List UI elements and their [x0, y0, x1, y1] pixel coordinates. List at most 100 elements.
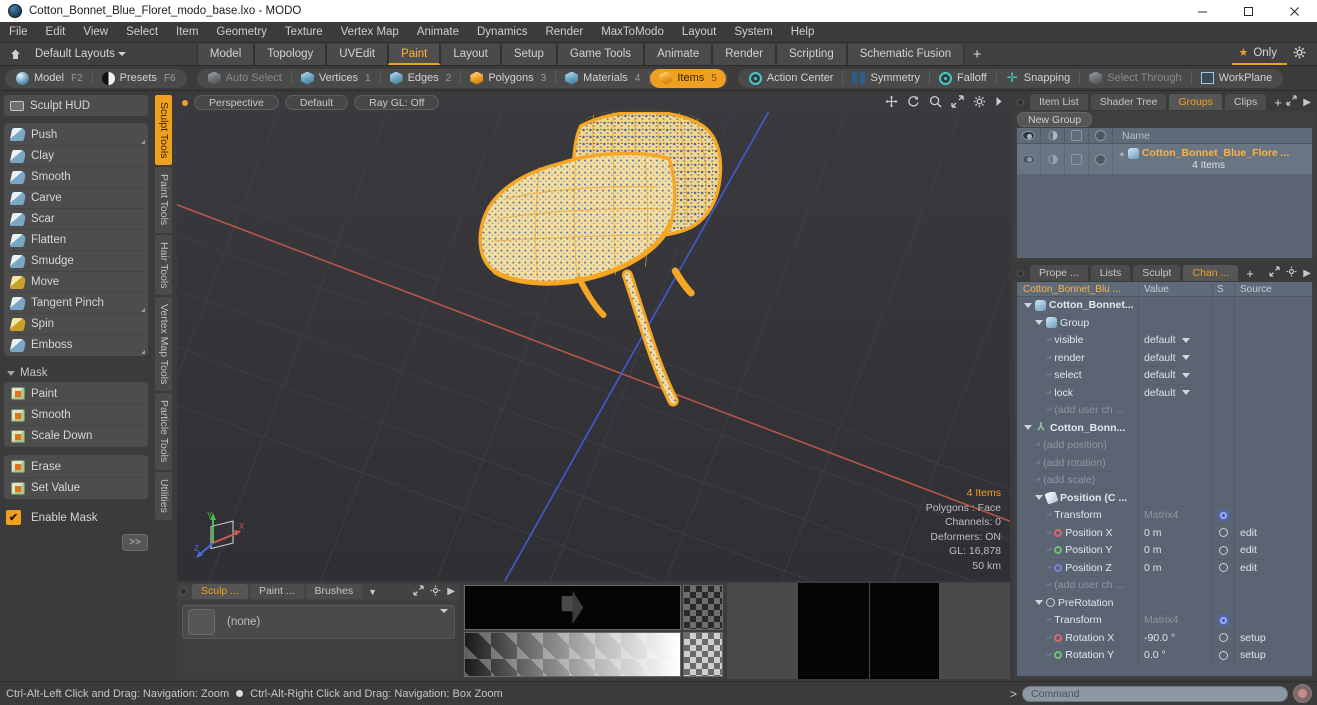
menu-item-animate[interactable]: Animate [408, 22, 468, 43]
gear-icon[interactable] [973, 95, 986, 110]
brush-gradient-swatch[interactable] [683, 632, 723, 677]
channel-row[interactable]: ⌐ (add scale) [1017, 471, 1312, 490]
radio-icon[interactable] [1219, 650, 1228, 660]
brush-preview-panel[interactable] [462, 583, 725, 679]
channel-s-cell[interactable] [1212, 559, 1234, 577]
row-select-toggle[interactable] [1089, 143, 1113, 175]
layout-tab-game-tools[interactable]: Game Tools [556, 43, 645, 65]
channel-source-cell[interactable] [1234, 297, 1312, 314]
layout-tab-paint[interactable]: Paint [388, 43, 441, 65]
expand-group-icon[interactable]: + [1119, 150, 1125, 161]
channel-s-cell[interactable] [1212, 419, 1234, 437]
channel-s-cell[interactable] [1212, 611, 1234, 629]
tool-option-button-symmetry[interactable]: Symmetry [843, 69, 929, 88]
expand-panel-button[interactable]: >> [122, 534, 148, 551]
brush-tile-4[interactable] [939, 583, 1010, 679]
chevron-down-icon[interactable] [440, 609, 448, 613]
group-name-cell[interactable]: + Cotton_Bonnet_Blue_Flore ... 4 Items [1113, 147, 1312, 171]
channel-source-cell[interactable] [1234, 384, 1312, 402]
add-tab-button[interactable]: + [1246, 266, 1254, 281]
groups-tab-itemlist[interactable]: Item List [1030, 94, 1088, 110]
vertical-tab-hair-tools[interactable]: Hair Tools [155, 234, 172, 296]
mode-button-model[interactable]: Model F2 [7, 69, 92, 88]
channel-s-cell[interactable] [1212, 331, 1234, 349]
channel-value-cell[interactable] [1138, 314, 1212, 332]
axis-gizmo[interactable]: Y X Z [193, 505, 251, 561]
sculpt-tool-push[interactable]: Push [5, 124, 147, 145]
expand-icon[interactable] [1269, 266, 1280, 280]
bottom-tab-brushes[interactable]: Brushes [305, 584, 363, 599]
vertical-tab-utilities[interactable]: Utilities [155, 471, 172, 520]
channel-row[interactable]: Position (C ... [1017, 489, 1312, 507]
viewport-style-dropdown[interactable]: Default [284, 95, 349, 110]
gear-icon[interactable] [1286, 266, 1297, 280]
vertical-tab-paint-tools[interactable]: Paint Tools [155, 167, 172, 233]
menu-item-file[interactable]: File [0, 22, 37, 43]
menu-item-dynamics[interactable]: Dynamics [468, 22, 536, 43]
sculpt-tool-spin[interactable]: Spin [5, 313, 147, 334]
channel-row[interactable]: ⌐ Rotation Y 0.0 ° setup [1017, 646, 1312, 665]
brush-shape-strip[interactable] [464, 585, 723, 630]
selected-radio-icon[interactable] [1218, 614, 1229, 626]
layout-tab-setup[interactable]: Setup [500, 43, 557, 65]
channel-s-cell[interactable] [1212, 401, 1234, 419]
brush-tile-1[interactable] [727, 583, 798, 679]
chevron-down-icon[interactable] [1024, 425, 1032, 431]
expand-icon[interactable] [413, 584, 424, 599]
layout-tab-uvedit[interactable]: UVEdit [326, 43, 389, 65]
chevron-down-icon[interactable] [1181, 372, 1190, 378]
groups-tab-shadertree[interactable]: Shader Tree [1090, 94, 1167, 110]
channel-row[interactable]: ⌐ (add rotation) [1017, 454, 1312, 472]
sculpt-tool-scar[interactable]: Scar [5, 208, 147, 229]
mode-button-presets[interactable]: Presets F6 [93, 69, 185, 88]
channel-source-cell[interactable] [1234, 349, 1312, 367]
groups-table-empty-area[interactable] [1017, 175, 1312, 258]
tool-option-button-snapping[interactable]: ✛ Snapping [997, 69, 1080, 88]
channel-source-cell[interactable] [1234, 576, 1312, 594]
pan-icon[interactable] [885, 95, 898, 110]
select-mode-button-vertices[interactable]: Vertices 1 [292, 69, 380, 88]
channel-source-cell[interactable] [1234, 594, 1312, 612]
minimize-button[interactable] [1179, 0, 1225, 22]
close-button[interactable] [1271, 0, 1317, 22]
add-layout-button[interactable]: + [964, 44, 990, 65]
channel-row[interactable]: ⌐ Position Y 0 m edit [1017, 541, 1312, 560]
channel-row[interactable]: ⌐ (add user ch ... [1017, 401, 1312, 420]
menu-item-geometry[interactable]: Geometry [207, 22, 276, 43]
channels-tab-prope[interactable]: Prope ... [1030, 265, 1088, 281]
render-icon[interactable] [1041, 127, 1065, 144]
sculpt-tool-clay[interactable]: Clay [5, 145, 147, 166]
menu-item-system[interactable]: System [725, 22, 781, 43]
channel-row[interactable]: ⌐ render default [1017, 349, 1312, 367]
tool-option-button-action-center[interactable]: Action Center [740, 69, 843, 88]
panel-menu-dot[interactable] [180, 588, 187, 595]
gear-icon[interactable] [1287, 46, 1311, 62]
visibility-icon[interactable] [1017, 127, 1041, 144]
channel-value-cell[interactable] [1138, 471, 1212, 489]
channel-s-cell[interactable] [1212, 576, 1234, 594]
channels-tab-sculpt[interactable]: Sculpt [1133, 265, 1181, 281]
mask-section-header[interactable]: Mask [4, 364, 148, 382]
layout-tab-model[interactable]: Model [196, 43, 255, 65]
mask-tool-paint[interactable]: Paint [5, 383, 147, 404]
record-button[interactable] [1293, 684, 1312, 703]
channel-s-cell[interactable] [1212, 629, 1234, 647]
new-group-button[interactable]: New Group [1017, 112, 1093, 127]
menu-item-vertex-map[interactable]: Vertex Map [332, 22, 408, 43]
lock-icon[interactable] [1065, 127, 1089, 144]
viewport-raygl-dropdown[interactable]: Ray GL: Off [354, 95, 440, 110]
channel-s-cell[interactable] [1212, 454, 1234, 472]
radio-icon[interactable] [1219, 528, 1228, 538]
channel-value-cell[interactable]: -90.0 ° [1138, 629, 1212, 647]
channel-s-cell[interactable] [1212, 384, 1234, 402]
table-row[interactable]: + Cotton_Bonnet_Blue_Flore ... 4 Items [1017, 143, 1312, 175]
vertical-tab-particle-tools[interactable]: Particle Tools [155, 393, 172, 470]
default-layouts-dropdown[interactable]: Default Layouts [29, 45, 129, 63]
sculpt-tool-flatten[interactable]: Flatten [5, 229, 147, 250]
select-mode-button-items[interactable]: Items 5 [650, 68, 726, 88]
channel-value-cell[interactable]: 0 m [1138, 524, 1212, 542]
brush-shape-alpha-swatch[interactable] [683, 585, 723, 630]
channel-source-cell[interactable] [1234, 419, 1312, 437]
groups-tab-clips[interactable]: Clips [1224, 94, 1267, 110]
brush-tiles-panel[interactable] [727, 583, 1010, 679]
